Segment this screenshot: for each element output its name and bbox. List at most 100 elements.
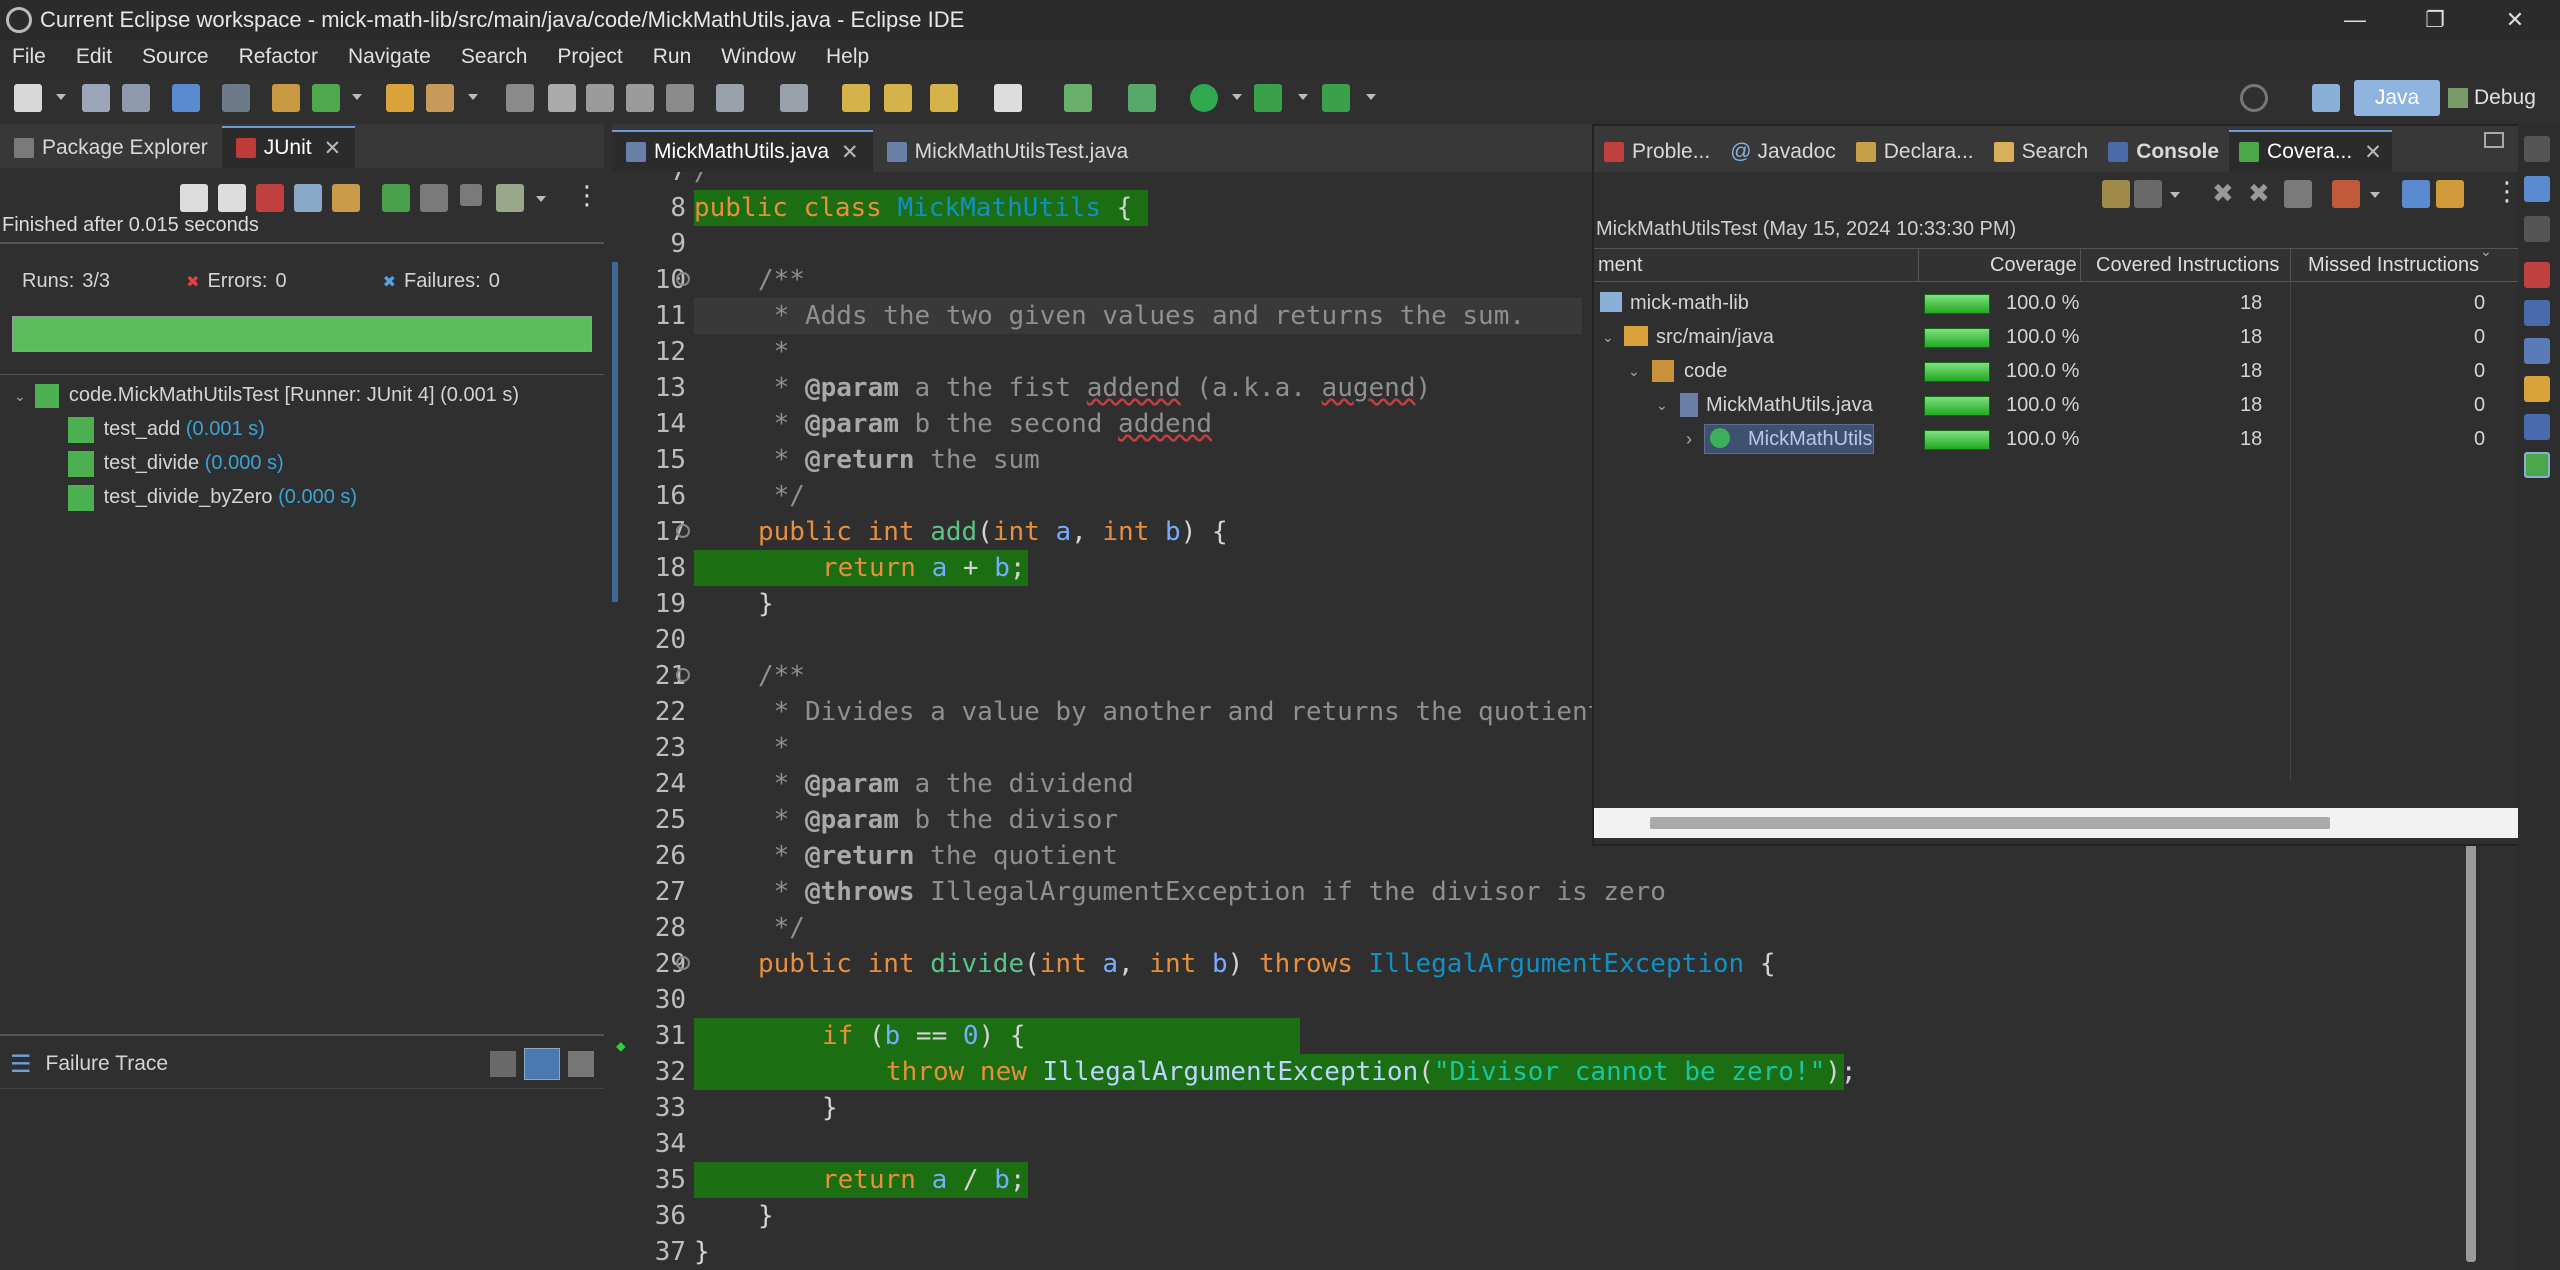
debug-icon[interactable] [1128, 84, 1156, 112]
table-row[interactable]: mick-math-lib 100.0 % 18 0 [1594, 286, 2522, 320]
menu-refactor[interactable]: Refactor [227, 45, 336, 69]
close-icon[interactable]: ✕ [2364, 140, 2382, 165]
new-icon[interactable] [14, 84, 42, 112]
menu-run[interactable]: Run [641, 45, 710, 69]
annotation-prev-icon[interactable] [780, 84, 808, 112]
menu-search[interactable]: Search [449, 45, 546, 69]
link-icon[interactable] [2402, 180, 2430, 208]
menu-navigate[interactable]: Navigate [336, 45, 449, 69]
chevron-down-icon[interactable] [56, 94, 66, 100]
tab-junit[interactable]: JUnit ✕ [221, 126, 356, 168]
tab-javadoc[interactable]: @ Javadoc [1720, 132, 1846, 172]
table-row[interactable]: ⌄ code 100.0 % 18 0 [1594, 354, 2522, 388]
horizontal-scrollbar-thumb[interactable] [1650, 817, 2330, 829]
chevron-down-icon[interactable] [1298, 94, 1308, 100]
open-folder-icon[interactable] [386, 84, 414, 112]
menu-project[interactable]: Project [545, 45, 640, 69]
show-whitespace-icon[interactable] [666, 84, 694, 112]
test-row[interactable]: test_add (0.001 s) [68, 412, 265, 446]
block-selection-icon[interactable] [586, 84, 614, 112]
table-row[interactable]: ⌄ src/main/java 100.0 % 18 0 [1594, 320, 2522, 354]
tab-problems[interactable]: Proble... [1594, 132, 1720, 172]
tab-console[interactable]: Console [2098, 132, 2229, 172]
collapse-all-icon[interactable] [2332, 180, 2360, 208]
skip-breakpoints-icon[interactable] [222, 84, 250, 112]
restore-icon[interactable] [2484, 132, 2504, 148]
save-icon[interactable] [82, 84, 110, 112]
menu-file[interactable]: File [0, 45, 64, 69]
fold-icon[interactable] [676, 524, 690, 538]
arrow-left-icon[interactable] [930, 84, 958, 112]
fold-icon[interactable] [676, 956, 690, 970]
rerun-test-icon[interactable] [382, 184, 410, 212]
declaration-icon[interactable] [2524, 338, 2550, 364]
restore-icon[interactable] [2524, 216, 2550, 242]
chevron-right-icon[interactable]: › [1686, 422, 1692, 456]
close-button[interactable]: ✕ [2475, 0, 2555, 40]
coverage-icon[interactable] [2524, 452, 2550, 478]
chevron-down-icon[interactable] [1366, 94, 1376, 100]
save-all-icon[interactable] [122, 84, 150, 112]
toggle-mark-icon[interactable] [506, 84, 534, 112]
close-icon[interactable]: ✕ [324, 136, 342, 161]
chevron-down-icon[interactable] [1232, 94, 1242, 100]
tab-coverage[interactable]: Covera... ✕ [2229, 130, 2392, 172]
word-wrap-icon[interactable] [626, 84, 654, 112]
build-icon[interactable] [272, 84, 300, 112]
table-row[interactable]: › MickMathUtils 100.0 % 18 0 [1594, 422, 2522, 456]
tab-search[interactable]: Search [1984, 132, 2099, 172]
scroll-lock-icon[interactable] [332, 184, 360, 212]
fold-icon[interactable] [676, 668, 690, 682]
view-menu-icon[interactable]: ⋮ [574, 180, 600, 211]
console-icon[interactable] [2524, 414, 2550, 440]
view-menu-icon[interactable]: ⋮ [2494, 176, 2520, 207]
debug-perspective-button[interactable]: Debug [2448, 80, 2536, 116]
column-covered[interactable]: Covered Instructions [2096, 249, 2279, 281]
remove-session-icon[interactable]: ✖ [2212, 178, 2234, 209]
merge-sessions-icon[interactable] [2284, 180, 2312, 208]
menu-edit[interactable]: Edit [64, 45, 130, 69]
tab-mickmathutilstest-java[interactable]: MickMathUtilsTest.java [873, 132, 1143, 172]
remove-all-icon[interactable]: ✖ [2248, 178, 2270, 209]
annotation-next-icon[interactable] [716, 84, 744, 112]
tab-package-explorer[interactable]: Package Explorer [0, 128, 222, 168]
search-icon[interactable] [2240, 84, 2268, 112]
column-missed[interactable]: Missed Instructions [2308, 249, 2479, 281]
rerun-failed-first-icon[interactable] [420, 184, 448, 212]
test-row[interactable]: test_divide_byZero (0.000 s) [68, 480, 357, 514]
open-perspective-icon[interactable] [1064, 84, 1092, 112]
minimize-button[interactable]: — [2315, 0, 2395, 40]
run-coverage-icon[interactable] [1254, 84, 1282, 112]
menu-source[interactable]: Source [130, 45, 227, 69]
test-suite-row[interactable]: ⌄ code.MickMathUtilsTest [Runner: JUnit … [14, 378, 519, 412]
open-perspective-icon[interactable] [2312, 84, 2340, 112]
stop-icon[interactable] [460, 184, 482, 206]
chevron-down-icon[interactable]: ⌄ [1656, 388, 1668, 422]
horizontal-scrollbar-track[interactable] [1594, 808, 2520, 838]
refresh-icon[interactable] [312, 84, 340, 112]
chevron-down-icon[interactable]: ⌄ [14, 388, 26, 404]
sync-icon[interactable] [2436, 180, 2464, 208]
show-failures-only-icon[interactable] [256, 184, 284, 212]
fold-icon[interactable] [676, 272, 690, 286]
open-type-icon[interactable] [426, 84, 454, 112]
previous-failure-icon[interactable] [218, 184, 246, 212]
compare-result-icon[interactable] [490, 1051, 516, 1077]
next-failure-icon[interactable] [180, 184, 208, 212]
chevron-down-icon[interactable] [2370, 192, 2380, 198]
test-run-history-icon[interactable] [496, 184, 524, 212]
java-perspective-button[interactable]: Java [2354, 80, 2440, 116]
table-row[interactable]: ⌄ MickMathUtils.java 100.0 % 18 0 [1594, 388, 2522, 422]
edit-icon[interactable] [548, 84, 576, 112]
chevron-down-icon[interactable]: ⌄ [1628, 354, 1640, 388]
arrow-right-icon[interactable] [994, 84, 1022, 112]
filter-stack-icon[interactable] [524, 1048, 560, 1080]
chevron-down-icon[interactable]: ⌄ [1602, 320, 1614, 354]
column-element[interactable]: ment [1598, 249, 1642, 281]
tab-mickmathutils-java[interactable]: MickMathUtils.java ✕ [612, 130, 873, 172]
relaunch-icon[interactable] [2102, 180, 2130, 208]
chevron-down-icon[interactable] [2170, 192, 2180, 198]
show-skipped-icon[interactable] [294, 184, 322, 212]
chevron-down-icon[interactable] [352, 94, 362, 100]
external-tools-icon[interactable] [1322, 84, 1350, 112]
